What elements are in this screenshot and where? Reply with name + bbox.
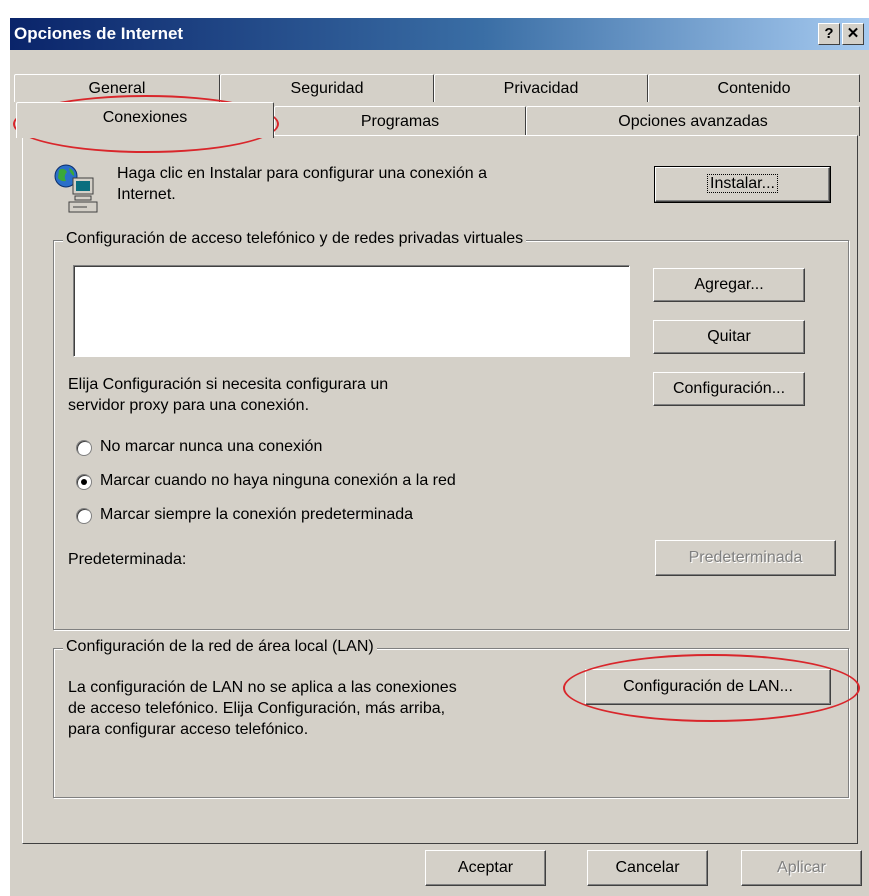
default-connection-label: Predeterminada: [68, 551, 187, 568]
title-bar: Opciones de Internet ? ✕ [10, 18, 869, 50]
radio-dial-when-no-connection-label[interactable]: Marcar cuando no haya ninguna conexión a… [100, 470, 456, 491]
tab-privacidad[interactable]: Privacidad [434, 74, 648, 102]
proxy-text-line1: Elija Configuración si necesita configur… [68, 376, 389, 393]
settings-button[interactable]: Configuración... [653, 372, 805, 406]
apply-button[interactable]: Aplicar [741, 850, 862, 886]
radio-never-dial-label[interactable]: No marcar nunca una conexión [100, 436, 322, 457]
lan-description: La configuración de LAN no se aplica a l… [68, 677, 457, 740]
tab-conexiones-label: Conexiones [102, 109, 188, 126]
proxy-description: Elija Configuración si necesita configur… [68, 374, 388, 416]
window-title: Opciones de Internet [14, 24, 184, 43]
ok-button-label: Aceptar [457, 859, 514, 876]
tab-programas[interactable]: Programas [274, 106, 526, 136]
settings-button-label: Configuración... [672, 380, 786, 397]
tab-programas-label: Programas [360, 113, 440, 130]
tab-seguridad-label: Seguridad [290, 80, 364, 97]
dialup-connections-list[interactable] [73, 265, 630, 357]
set-default-button[interactable]: Predeterminada [655, 540, 836, 576]
close-button[interactable]: ✕ [842, 23, 864, 45]
help-button[interactable]: ? [818, 23, 840, 45]
install-text-line2: Internet. [117, 186, 176, 203]
cancel-button-label: Cancelar [615, 859, 680, 876]
set-default-button-label: Predeterminada [688, 549, 803, 566]
tab-conexiones[interactable]: Conexiones [16, 102, 274, 138]
tab-seguridad[interactable]: Seguridad [220, 74, 434, 102]
annotation-ellipse-lan-button [563, 654, 860, 722]
tab-opciones-avanzadas[interactable]: Opciones avanzadas [526, 106, 860, 136]
remove-button[interactable]: Quitar [653, 320, 805, 354]
tab-opciones-avanzadas-label: Opciones avanzadas [618, 113, 768, 130]
radio-never-dial[interactable] [76, 440, 92, 456]
tab-contenido[interactable]: Contenido [648, 74, 860, 102]
tab-contenido-label: Contenido [717, 80, 791, 97]
network-computer-icon [54, 164, 98, 213]
lan-text-line1: La configuración de LAN no se aplica a l… [68, 679, 457, 696]
install-description: Haga clic en Instalar para configurar un… [117, 163, 487, 205]
dialup-group-legend: Configuración de acceso telefónico y de … [63, 230, 527, 248]
radio-dial-when-no-connection[interactable] [76, 474, 92, 490]
remove-button-label: Quitar [707, 328, 751, 345]
lan-text-line3: para configurar acceso telefónico. [68, 721, 309, 738]
lan-group-legend: Configuración de la red de área local (L… [63, 638, 377, 656]
install-button[interactable]: Instalar... [654, 166, 831, 203]
add-button[interactable]: Agregar... [653, 268, 805, 302]
lan-text-line2: de acceso telefónico. Elija Configuració… [68, 700, 446, 717]
install-text-line1: Haga clic en Instalar para configurar un… [117, 165, 487, 182]
cancel-button[interactable]: Cancelar [587, 850, 708, 886]
radio-always-dial-default[interactable] [76, 508, 92, 524]
install-button-label: Instalar... [707, 174, 778, 193]
add-button-label: Agregar... [694, 276, 764, 293]
ok-button[interactable]: Aceptar [425, 850, 546, 886]
internet-options-dialog: Opciones de Internet ? ✕ General Segurid… [10, 18, 869, 896]
apply-button-label: Aplicar [777, 859, 826, 876]
proxy-text-line2: servidor proxy para una conexión. [68, 397, 310, 414]
tab-privacidad-label: Privacidad [503, 80, 579, 97]
radio-always-dial-default-label[interactable]: Marcar siempre la conexión predeterminad… [100, 504, 413, 525]
